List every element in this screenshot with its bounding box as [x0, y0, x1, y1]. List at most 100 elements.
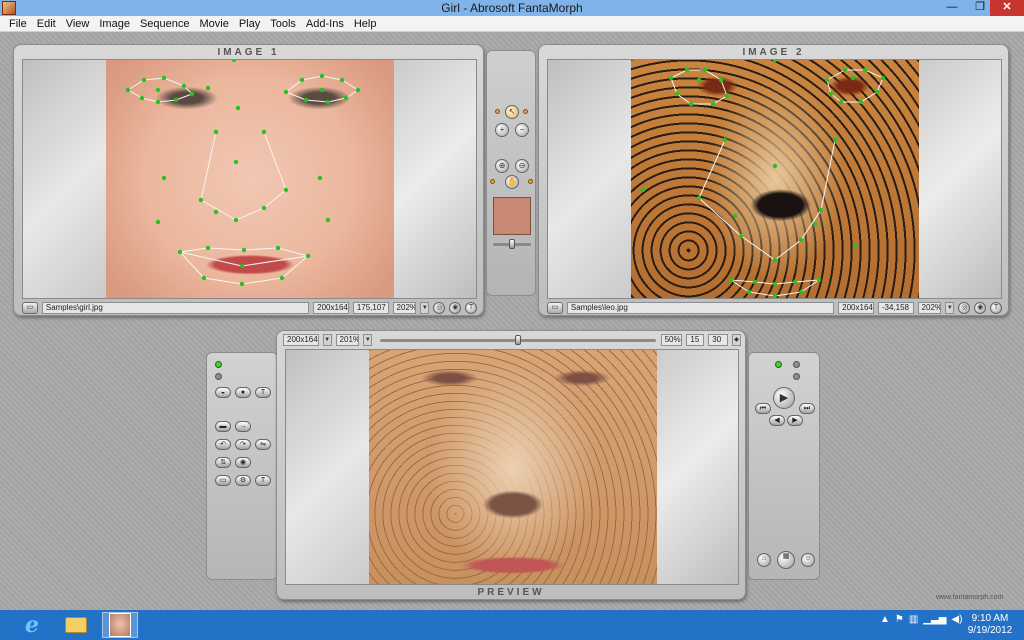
- prev-frame-button[interactable]: ◀: [769, 415, 785, 426]
- menu-edit[interactable]: Edit: [32, 18, 61, 30]
- play-button[interactable]: ▶: [773, 387, 795, 409]
- zoom-in-icon[interactable]: ⊕: [495, 159, 509, 173]
- image1-open-button[interactable]: ▭: [22, 301, 38, 314]
- pointer-tool-icon[interactable]: ↖: [505, 105, 519, 119]
- image2-open-button[interactable]: ▭: [547, 301, 563, 314]
- rotate-left-button[interactable]: ↶: [215, 439, 231, 450]
- preview-total-frames[interactable]: 30: [708, 333, 729, 346]
- image2-zoom[interactable]: 202%: [917, 301, 942, 314]
- first-frame-button[interactable]: ⏮: [755, 403, 771, 414]
- tray-signal-icon[interactable]: ▁▃▅: [923, 614, 946, 625]
- font-button[interactable]: T: [255, 475, 271, 486]
- image2-fit-button[interactable]: ◎: [958, 301, 971, 314]
- preview-canvas[interactable]: [285, 349, 739, 585]
- image2-info-button[interactable]: ◉: [974, 301, 987, 314]
- arrow-right-button[interactable]: →: [235, 421, 251, 432]
- reset-button[interactable]: ▭: [215, 475, 231, 486]
- internet-explorer-icon[interactable]: e: [14, 612, 50, 638]
- tray-up-arrow-icon[interactable]: ▲: [880, 614, 890, 625]
- image1-keypoints[interactable]: [106, 60, 394, 298]
- image1-panel: IMAGE 1 ▭ Samples\girl.jpg 200x164 175,1…: [13, 44, 484, 316]
- eye-tool-button[interactable]: ●: [235, 387, 251, 398]
- zoom-out-icon[interactable]: ⊖: [515, 159, 529, 173]
- loop-led[interactable]: [793, 361, 800, 368]
- preview-frame[interactable]: 15: [686, 333, 705, 346]
- mode-led-active[interactable]: [215, 361, 222, 368]
- menu-help[interactable]: Help: [349, 18, 382, 30]
- title-bar: Girl - Abrosoft FantaMorph — ❐ ✕: [0, 0, 1024, 16]
- menu-movie[interactable]: Movie: [194, 18, 233, 30]
- image1-zoom[interactable]: 202%: [392, 301, 417, 314]
- line-tool-button[interactable]: ▬: [215, 421, 231, 432]
- next-frame-button[interactable]: ▶: [787, 415, 803, 426]
- image2-canvas[interactable]: [547, 59, 1002, 299]
- image1-title: IMAGE 1: [217, 47, 280, 58]
- settings-gear-icon[interactable]: ⚙: [235, 475, 251, 486]
- clock-time: 9:10 AM: [971, 613, 1009, 624]
- image2-keypoints[interactable]: [631, 60, 919, 298]
- image1-statusbar: ▭ Samples\girl.jpg 200x164 175,107 202% …: [22, 301, 477, 314]
- tool-indicator: [495, 109, 500, 114]
- preview-topbar: 200x164 ▼ 201% ▼ 50% 15 30 ◆: [283, 333, 741, 346]
- timeline-thumb[interactable]: [515, 334, 522, 345]
- swap-button[interactable]: ⇅: [215, 457, 231, 468]
- playback-panel: ▶ ⏮ ⏭ ◀ ▶ ⌂ ▦ ☺: [748, 352, 820, 580]
- image1-photo[interactable]: [106, 60, 394, 298]
- menu-file[interactable]: File: [4, 18, 32, 30]
- image1-coords: 175,107: [352, 301, 389, 314]
- mode-led[interactable]: [215, 373, 222, 380]
- image2-title: IMAGE 2: [742, 47, 805, 58]
- export-button[interactable]: ⌂: [757, 553, 771, 567]
- image1-info-button[interactable]: ◉: [449, 301, 462, 314]
- image1-text-button[interactable]: T: [465, 301, 477, 314]
- frames-stepper[interactable]: ◆: [732, 333, 741, 346]
- menu-tools[interactable]: Tools: [265, 18, 301, 30]
- menu-view[interactable]: View: [61, 18, 95, 30]
- image2-photo[interactable]: [631, 60, 919, 298]
- menu-play[interactable]: Play: [234, 18, 265, 30]
- repeat-led[interactable]: [793, 373, 800, 380]
- image1-fit-button[interactable]: ◎: [433, 301, 446, 314]
- fantamorph-taskbar-icon[interactable]: [102, 612, 138, 638]
- timeline-slider[interactable]: [376, 334, 657, 346]
- remove-point-icon[interactable]: −: [515, 123, 529, 137]
- image2-statusbar: ▭ Samples\leo.jpg 200x164 -34,158 202% ▼…: [547, 301, 1002, 314]
- image2-path: Samples\leo.jpg: [566, 301, 835, 314]
- window-title: Girl - Abrosoft FantaMorph: [441, 1, 583, 15]
- curve-tool-button[interactable]: ◒: [215, 387, 231, 398]
- image2-text-button[interactable]: T: [990, 301, 1002, 314]
- preview-size-dropdown[interactable]: ▼: [322, 333, 332, 346]
- image2-size: 200x164: [838, 301, 874, 314]
- movie-button[interactable]: ▦: [777, 551, 795, 569]
- menu-image[interactable]: Image: [94, 18, 135, 30]
- close-button[interactable]: ✕: [990, 0, 1024, 16]
- person-icon[interactable]: ☺: [801, 553, 815, 567]
- add-point-icon[interactable]: +: [495, 123, 509, 137]
- image1-canvas[interactable]: [22, 59, 477, 299]
- menu-sequence[interactable]: Sequence: [135, 18, 195, 30]
- tool-indicator: [528, 179, 533, 184]
- last-frame-button[interactable]: ⏭: [799, 403, 815, 414]
- preview-zoom[interactable]: 201%: [335, 333, 360, 346]
- tray-flag-icon[interactable]: ⚑: [895, 614, 904, 625]
- watermark: www.fantamorph.com: [936, 594, 1004, 601]
- menu-add-ins[interactable]: Add-Ins: [301, 18, 349, 30]
- pan-hand-icon[interactable]: ✋: [505, 175, 519, 189]
- loop-led-active[interactable]: [775, 361, 782, 368]
- file-explorer-icon[interactable]: [58, 612, 94, 638]
- image1-zoom-dropdown[interactable]: ▼: [420, 301, 430, 314]
- image1-path: Samples\girl.jpg: [41, 301, 310, 314]
- center-toolbox: ↖ + − ⊕ ⊖ ✋: [486, 50, 536, 296]
- clock[interactable]: 9:10 AM 9/19/2012: [960, 613, 1020, 637]
- tray-network-icon[interactable]: ▥: [909, 614, 918, 625]
- clock-date: 9/19/2012: [967, 625, 1013, 636]
- rotate-right-button[interactable]: ↷: [235, 439, 251, 450]
- image1-size: 200x164: [313, 301, 349, 314]
- preview-zoom-dropdown[interactable]: ▼: [363, 333, 373, 346]
- minimize-button[interactable]: —: [938, 0, 966, 16]
- text-tool-button[interactable]: T: [255, 387, 271, 398]
- blend-slider-thumb[interactable]: [509, 239, 515, 249]
- view-button[interactable]: ◉: [235, 457, 251, 468]
- image2-zoom-dropdown[interactable]: ▼: [945, 301, 955, 314]
- mirror-button[interactable]: ⇋: [255, 439, 271, 450]
